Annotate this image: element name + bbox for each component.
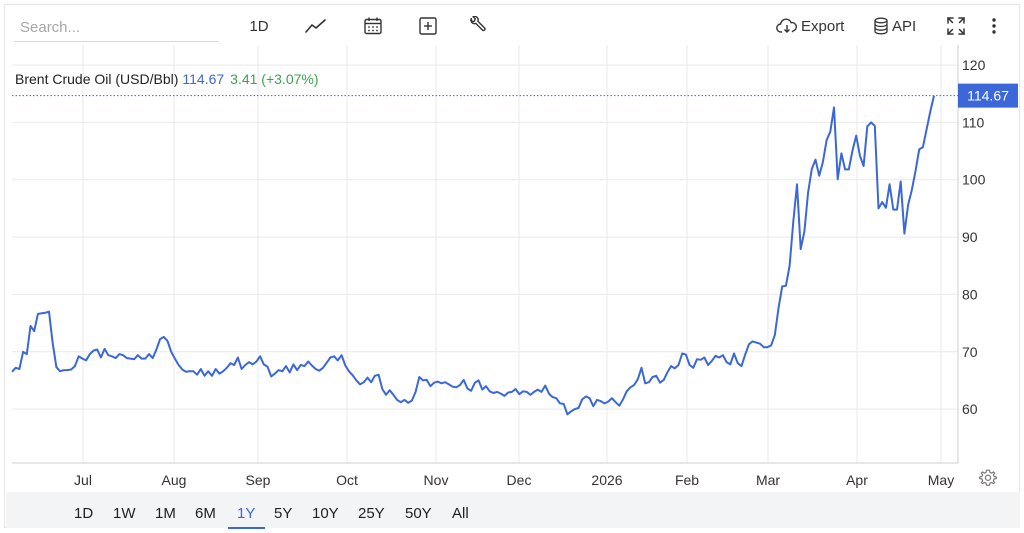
- cloud-download-icon: [776, 18, 797, 33]
- range-button-1m[interactable]: 1M: [155, 505, 176, 522]
- range-button-25y[interactable]: 25Y: [358, 505, 385, 522]
- database-icon: [874, 17, 888, 35]
- instrument-name: Brent Crude Oil (USD/Bbl): [15, 71, 179, 87]
- calendar-icon: [364, 17, 382, 35]
- range-button-1y[interactable]: 1Y: [237, 505, 255, 522]
- last-price: 114.67: [182, 71, 225, 87]
- wrench-icon: [470, 16, 486, 32]
- search-input[interactable]: [14, 14, 219, 42]
- range-button-10y[interactable]: 10Y: [312, 505, 339, 522]
- settings-tools-button[interactable]: [465, 14, 489, 38]
- range-button-5y[interactable]: 5Y: [274, 505, 292, 522]
- range-button-1w[interactable]: 1W: [113, 505, 136, 522]
- more-options-button[interactable]: [984, 14, 1004, 38]
- fullscreen-button[interactable]: [944, 14, 968, 38]
- export-label: Export: [801, 17, 845, 35]
- api-label: API: [892, 17, 917, 35]
- line-chart-icon: [305, 19, 326, 33]
- range-button-6m[interactable]: 6M: [195, 505, 216, 522]
- api-button[interactable]: API: [873, 14, 921, 38]
- more-vertical-icon: [992, 18, 996, 34]
- active-range-indicator: [228, 527, 265, 529]
- compare-button[interactable]: [416, 14, 440, 38]
- range-button-1d[interactable]: 1D: [74, 505, 93, 522]
- range-button-50y[interactable]: 50Y: [405, 505, 432, 522]
- plus-square-icon: [419, 17, 437, 35]
- interval-label: 1D: [249, 17, 269, 35]
- date-range-button[interactable]: [361, 14, 385, 38]
- fullscreen-icon: [947, 17, 965, 35]
- chart-header: Brent Crude Oil (USD/Bbl) 114.67 3.41 (+3.…: [15, 71, 319, 87]
- price-change: 3.41 (+3.07%): [230, 71, 319, 87]
- export-button[interactable]: Export: [776, 14, 852, 38]
- chart-type-button[interactable]: [304, 14, 328, 38]
- range-button-all[interactable]: All: [452, 505, 469, 522]
- interval-button[interactable]: 1D: [246, 14, 272, 38]
- chart-settings-button[interactable]: [978, 468, 998, 493]
- gear-icon: [979, 469, 997, 486]
